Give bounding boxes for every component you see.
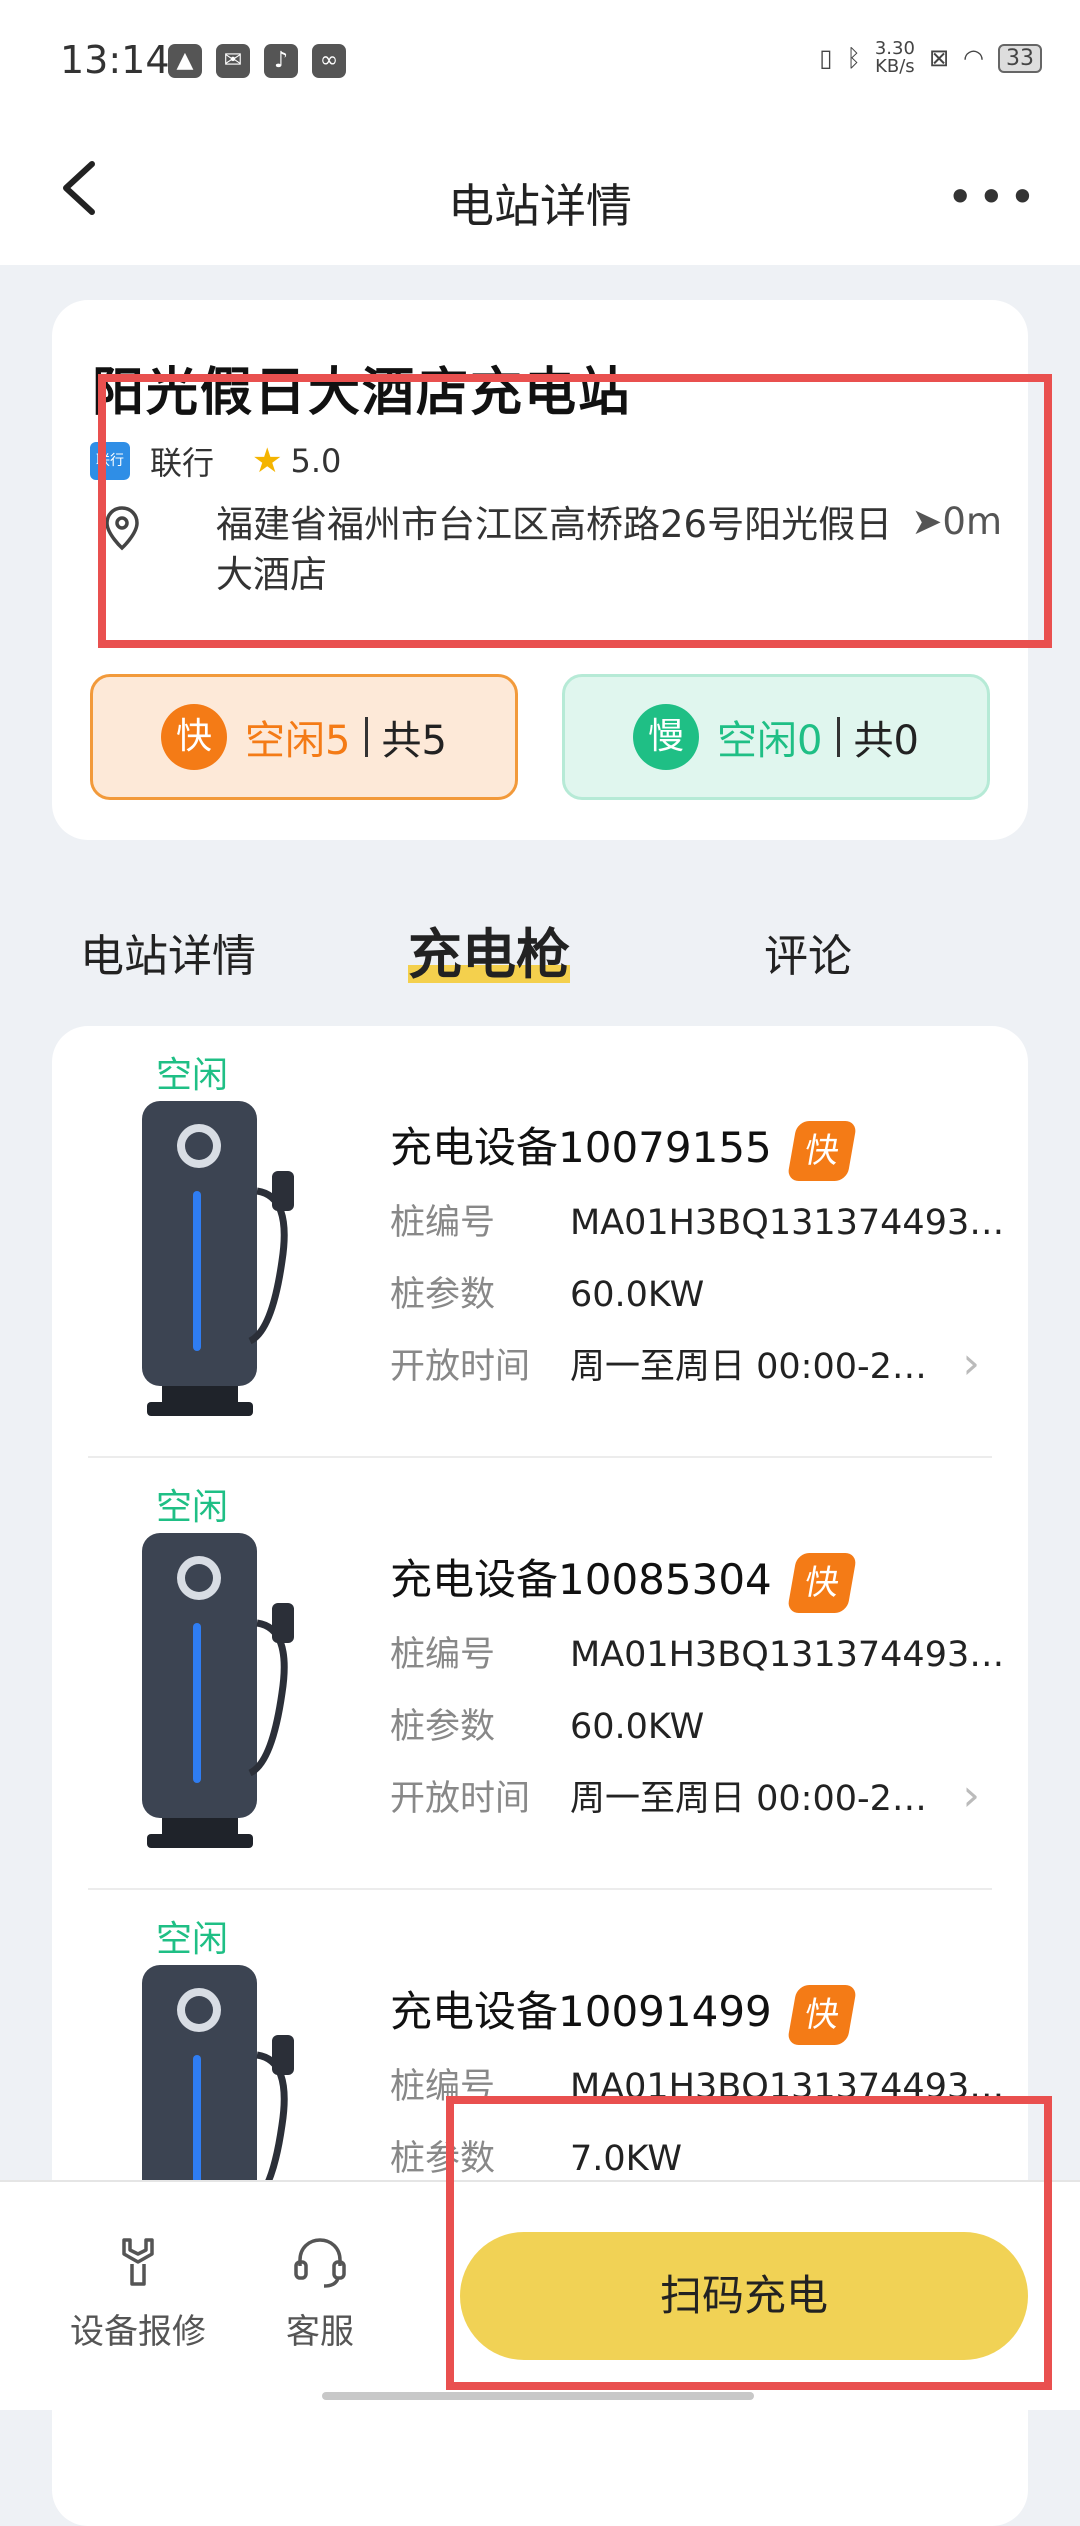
slow-free-count: 空闲0 bbox=[717, 718, 823, 764]
pile-number-row: 桩编号 MA01H3BQ131374493… bbox=[390, 1203, 1005, 1243]
open-time-row: 开放时间 周一至周日 00:00-2… bbox=[390, 1347, 927, 1387]
vibrate-icon: ▯ bbox=[819, 44, 833, 72]
fast-tag: 快 bbox=[786, 1984, 858, 2045]
tab-charging-guns[interactable]: 充电枪 bbox=[408, 910, 570, 989]
highlight-box-scan bbox=[446, 2096, 1052, 2390]
customer-service-button[interactable]: 客服 bbox=[270, 2234, 370, 2353]
fast-badge: 快 bbox=[161, 704, 228, 770]
link-icon: ∞ bbox=[312, 44, 346, 78]
page-title: 电站详情 bbox=[448, 179, 632, 233]
slow-availability[interactable]: 慢 空闲0 共0 bbox=[562, 674, 990, 800]
slow-badge: 慢 bbox=[633, 704, 700, 770]
fast-total-count: 共5 bbox=[381, 718, 447, 764]
pile-name: 充电设备10085304 快 bbox=[390, 1546, 858, 1613]
pile-name: 充电设备10091499 快 bbox=[390, 1978, 858, 2045]
pile-param-row: 桩参数 60.0KW bbox=[390, 1275, 705, 1315]
pile-name: 充电设备10079155 快 bbox=[390, 1114, 858, 1181]
wifi-icon: ◠ bbox=[963, 44, 984, 72]
battery-icon: 33 bbox=[998, 43, 1042, 73]
list-item[interactable]: 空闲 充电设备10085304 快 桩编号 MA01H3BQ131374493… 桩… bbox=[52, 1458, 1028, 1890]
pile-param-row: 桩参数 60.0KW bbox=[390, 1707, 705, 1747]
network-speed: 3.30 KB/s bbox=[874, 38, 915, 77]
headset-icon bbox=[294, 2238, 346, 2288]
repair-button[interactable]: 设备报修 bbox=[70, 2234, 206, 2353]
no-sim-icon: ⊠ bbox=[928, 44, 950, 72]
list-item[interactable]: 空闲 充电设备10079155 快 桩编号 MA01H3BQ131374493… 桩… bbox=[52, 1026, 1028, 1458]
open-time-row: 开放时间 周一至周日 00:00-2… bbox=[390, 1779, 927, 1819]
fast-availability[interactable]: 快 空闲5 共5 bbox=[90, 674, 518, 800]
wrench-icon bbox=[122, 2238, 154, 2286]
nav-bar: 电站详情 ••• bbox=[0, 130, 1080, 265]
app-notification-icon: ▲ bbox=[168, 44, 202, 78]
charger-image bbox=[142, 1533, 294, 1848]
more-icon[interactable]: ••• bbox=[947, 170, 1040, 224]
chevron-right-icon[interactable]: › bbox=[962, 1770, 980, 1821]
pile-status: 空闲 bbox=[156, 1055, 229, 1096]
fast-tag: 快 bbox=[786, 1120, 858, 1181]
slow-total-count: 共0 bbox=[853, 718, 919, 764]
tiktok-icon: ♪ bbox=[264, 44, 298, 78]
status-bar: 13:14 ▲ ✉ ♪ ∞ ▯ ᛒ 3.30 KB/s ⊠ ◠ 33 bbox=[0, 0, 1080, 130]
status-time: 13:14 bbox=[60, 38, 170, 82]
system-icons: ▯ ᛒ 3.30 KB/s ⊠ ◠ 33 bbox=[819, 40, 1042, 76]
chevron-right-icon[interactable]: › bbox=[962, 1338, 980, 1389]
notification-icons: ▲ ✉ ♪ ∞ bbox=[168, 44, 346, 78]
tab-station-details[interactable]: 电站详情 bbox=[80, 920, 256, 984]
charger-image bbox=[142, 1101, 294, 1416]
tab-bar: 电站详情 充电枪 评论 bbox=[0, 910, 1080, 1000]
tab-reviews[interactable]: 评论 bbox=[764, 920, 852, 984]
pile-status: 空闲 bbox=[156, 1487, 229, 1528]
fast-tag: 快 bbox=[786, 1552, 858, 1613]
fast-free-count: 空闲5 bbox=[245, 718, 351, 764]
pile-number-row: 桩编号 MA01H3BQ131374493… bbox=[390, 1635, 1005, 1675]
highlight-box-address bbox=[98, 374, 1052, 648]
mail-icon: ✉ bbox=[216, 44, 250, 78]
bluetooth-icon: ᛒ bbox=[846, 44, 861, 72]
pile-status: 空闲 bbox=[156, 1919, 229, 1960]
home-indicator[interactable] bbox=[322, 2392, 754, 2400]
